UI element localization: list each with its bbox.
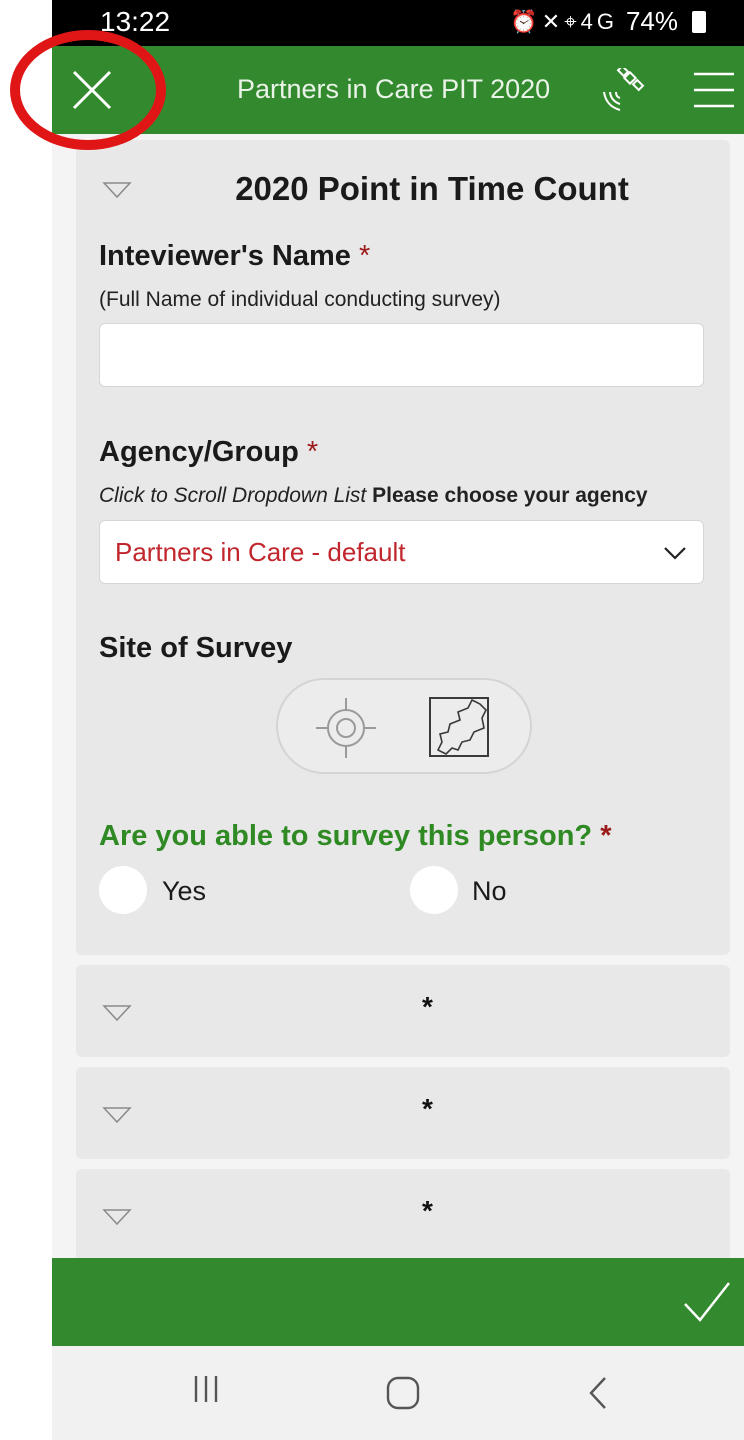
home-icon[interactable]: [386, 1376, 420, 1410]
target-location-icon[interactable]: [314, 696, 378, 760]
recent-apps-icon[interactable]: [192, 1374, 220, 1404]
submit-check-icon[interactable]: [682, 1278, 732, 1326]
form-content: 2020 Point in Time Count Inteviewer's Na…: [76, 140, 730, 1261]
agency-selected-value: Partners in Care - default: [115, 537, 406, 567]
radio-no-label: No: [472, 876, 507, 906]
collapsed-section[interactable]: *: [76, 1169, 730, 1261]
battery-icon: [692, 10, 706, 33]
collapse-triangle-icon[interactable]: [102, 1105, 132, 1125]
menu-icon[interactable]: [692, 70, 736, 110]
app-title: Partners in Care PIT 2020: [237, 74, 551, 104]
collapsed-section[interactable]: *: [76, 1067, 730, 1159]
agency-hint: Click to Scroll Dropdown List Please cho…: [99, 484, 648, 507]
interviewer-label: Inteviewer's Name *: [99, 240, 371, 272]
footer-bar: [52, 1258, 744, 1346]
able-to-survey-label: Are you able to survey this person? *: [99, 820, 612, 852]
location-picker: [276, 678, 532, 774]
radio-yes[interactable]: [99, 866, 147, 914]
app-bar: Partners in Care PIT 2020: [52, 46, 744, 134]
chevron-down-icon: [664, 547, 686, 560]
collapsed-section[interactable]: *: [76, 965, 730, 1057]
interviewer-hint: (Full Name of individual conducting surv…: [99, 288, 501, 311]
status-icons: ⏰✕⌖4G: [510, 8, 618, 34]
agency-select[interactable]: Partners in Care - default: [99, 520, 704, 584]
system-nav-bar: [52, 1346, 744, 1440]
collapse-triangle-icon[interactable]: [102, 1207, 132, 1227]
close-icon[interactable]: [70, 68, 114, 112]
agency-label: Agency/Group *: [99, 436, 319, 468]
map-icon[interactable]: [428, 696, 490, 758]
collapse-triangle-icon[interactable]: [102, 1003, 132, 1023]
battery-percent: 74%: [625, 6, 678, 36]
radio-no[interactable]: [410, 866, 458, 914]
section-point-in-time: 2020 Point in Time Count Inteviewer's Na…: [76, 140, 730, 955]
gps-satellite-icon[interactable]: [600, 68, 650, 114]
status-indicators: ⏰✕⌖4G 74%: [510, 6, 706, 37]
phone-screen: 13:22 ⏰✕⌖4G 74% Partners in Care PIT 202…: [52, 0, 744, 1440]
site-label: Site of Survey: [99, 632, 293, 664]
section-title: 2020 Point in Time Count: [235, 170, 629, 207]
interviewer-name-input[interactable]: [99, 323, 704, 387]
status-bar: 13:22 ⏰✕⌖4G 74%: [52, 0, 744, 46]
back-icon[interactable]: [588, 1376, 608, 1410]
status-time: 13:22: [100, 6, 171, 37]
required-mark: *: [422, 991, 433, 1022]
required-mark: *: [422, 1093, 433, 1124]
radio-yes-label: Yes: [162, 876, 207, 906]
required-mark: *: [422, 1195, 433, 1226]
